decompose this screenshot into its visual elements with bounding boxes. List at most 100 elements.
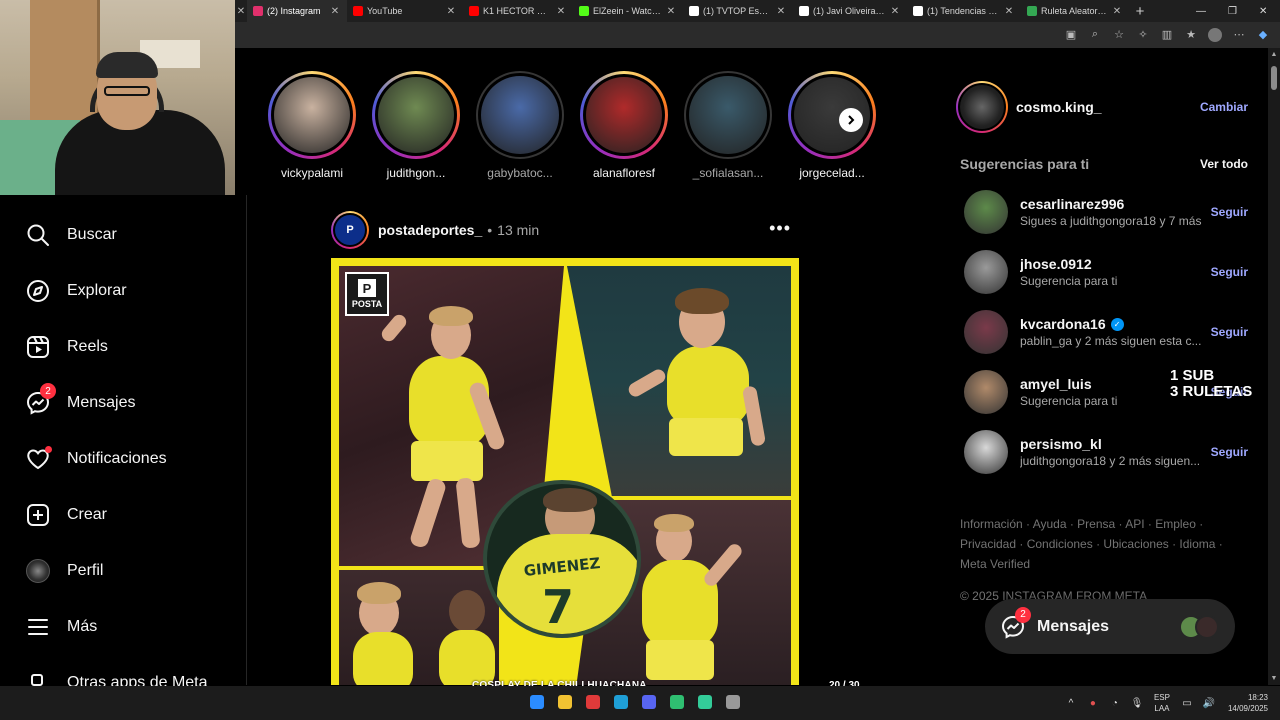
nav-item-perfil[interactable]: Perfil (26, 557, 236, 585)
close-window-button[interactable]: ✕ (1259, 0, 1267, 22)
switch-account-link[interactable]: Cambiar (1200, 100, 1248, 114)
page-scrollbar[interactable]: ▲ ▼ (1268, 48, 1280, 685)
zoom-icon[interactable]: ⌕ (1088, 28, 1102, 42)
more-options-icon[interactable]: ••• (769, 218, 791, 239)
follow-button[interactable]: Seguir (1211, 205, 1248, 219)
copilot-icon[interactable]: ◆ (1256, 28, 1270, 42)
suggestion-avatar[interactable] (964, 430, 1008, 474)
current-account-avatar[interactable] (956, 81, 1008, 133)
tray-app-icon[interactable]: ◔ (1104, 698, 1126, 709)
tab-close-icon[interactable]: ✕ (1003, 6, 1015, 17)
volume-icon[interactable]: 🔊 (1198, 698, 1220, 709)
scroll-thumb[interactable] (1271, 66, 1277, 90)
story-item[interactable]: gabybatoc... (468, 71, 572, 180)
tray-app-icon[interactable]: ● (1082, 698, 1104, 709)
scroll-down-icon[interactable]: ▼ (1270, 675, 1278, 682)
follow-button[interactable]: Seguir (1211, 325, 1248, 339)
browser-tab[interactable]: YouTube ✕ (347, 0, 463, 22)
network-icon[interactable]: ▭ (1176, 698, 1198, 709)
tab-close-icon[interactable]: ✕ (555, 6, 567, 17)
tray-overflow-icon[interactable]: ^ (1060, 698, 1082, 709)
story-item[interactable]: alanafloresf (572, 71, 676, 180)
app-icon[interactable] (698, 695, 712, 709)
extension-icon[interactable]: ✧ (1136, 28, 1150, 42)
suggestion-avatar[interactable] (964, 190, 1008, 234)
file-explorer-icon[interactable] (558, 695, 572, 709)
story-username: alanafloresf (592, 166, 656, 180)
input-language[interactable]: ESP LAA (1154, 692, 1170, 714)
messages-floating-button[interactable]: 2 Mensajes (985, 599, 1235, 654)
browser-tab[interactable]: K1 HECTOR SE QUE ✕ (463, 0, 573, 22)
nav-item-crear[interactable]: Crear (26, 501, 236, 529)
browser-tab[interactable]: Ruleta Aleatoria - S ✕ (1021, 0, 1129, 22)
obs-icon[interactable] (726, 695, 740, 709)
tab-close-icon[interactable]: ✕ (235, 6, 247, 17)
browser-tab[interactable]: (1) Tendencias en A ✕ (907, 0, 1021, 22)
story-username: vickypalami (280, 166, 343, 180)
tab-close-icon[interactable]: ✕ (329, 6, 341, 17)
suggestion-username[interactable]: cesarlinarez996 (1020, 196, 1124, 212)
post-author-avatar[interactable]: P (331, 211, 369, 249)
app-icon[interactable] (670, 695, 684, 709)
footer-links[interactable]: Información · Ayuda · Prensa · API · Emp… (960, 514, 1230, 574)
story-item[interactable]: _sofialasan... (676, 71, 780, 180)
favorites-icon[interactable]: ★ (1184, 28, 1198, 42)
post-time[interactable]: 13 min (497, 222, 539, 238)
nav-item-mas[interactable]: Más (26, 613, 236, 641)
new-tab-button[interactable]: + (1129, 3, 1151, 20)
edge-icon[interactable] (614, 695, 628, 709)
suggestion-username[interactable]: amyel_luis (1020, 376, 1092, 392)
nav-item-explorar[interactable]: Explorar (26, 277, 236, 305)
suggestion-username[interactable]: jhose.0912 (1020, 256, 1092, 272)
tab-close-icon[interactable]: ✕ (775, 6, 787, 17)
story-item[interactable]: judithgon... (364, 71, 468, 180)
split-view-icon[interactable]: ▥ (1160, 28, 1174, 42)
microphone-icon[interactable]: 🎙 (1126, 698, 1148, 709)
story-avatar (274, 77, 350, 153)
favorite-star-icon[interactable]: ☆ (1112, 28, 1126, 42)
scroll-up-icon[interactable]: ▲ (1270, 51, 1278, 58)
tab-close-icon[interactable]: ✕ (889, 6, 901, 17)
stories-next-button[interactable] (839, 108, 863, 132)
start-icon[interactable] (530, 695, 544, 709)
tab-close-icon[interactable]: ✕ (665, 6, 677, 17)
post-header: P postadeportes_ • 13 min ••• (331, 210, 801, 250)
post-username[interactable]: postadeportes_ (378, 222, 482, 238)
webcam-glasses (104, 86, 150, 96)
browser-tab[interactable]: (1) Javi Oliveira (@j ✕ (793, 0, 907, 22)
nav-item-mensajes[interactable]: 2 Mensajes (26, 383, 236, 417)
nav-item-buscar[interactable]: Buscar (26, 221, 236, 249)
story-username: gabybatoc... (487, 166, 553, 180)
suggestion-avatar[interactable] (964, 370, 1008, 414)
tab-close-icon[interactable]: ✕ (1111, 6, 1123, 17)
maximize-button[interactable]: ❐ (1228, 0, 1237, 22)
browser-tab[interactable]: (2) Instagram ✕ (247, 0, 347, 22)
suggestion-username[interactable]: persismo_kl (1020, 436, 1102, 452)
compass-icon (26, 279, 50, 303)
tab-favicon-icon (799, 6, 809, 16)
browser-tab[interactable]: ElZeein - Watch the ✕ (573, 0, 683, 22)
minimize-button[interactable]: — (1196, 0, 1206, 22)
follow-button[interactable]: Seguir (1211, 445, 1248, 459)
discord-icon[interactable] (642, 695, 656, 709)
tab-close-icon[interactable]: ✕ (445, 6, 457, 17)
browser-profile-avatar[interactable] (1208, 28, 1222, 42)
see-all-link[interactable]: Ver todo (1200, 157, 1248, 171)
current-account-username[interactable]: cosmo.king_ (1016, 99, 1200, 115)
suggestion-avatar[interactable] (964, 250, 1008, 294)
suggestions-header: Sugerencias para ti Ver todo (960, 156, 1248, 172)
post-image[interactable]: GIMENEZ 7 P POSTA (331, 258, 799, 685)
split-screen-icon[interactable]: ▣ (1064, 28, 1078, 42)
follow-button[interactable]: Seguir (1211, 265, 1248, 279)
story-item[interactable]: jorgecelad... (780, 71, 884, 180)
system-clock[interactable]: 18:23 14/09/2025 (1228, 692, 1268, 714)
browser-tab[interactable]: (1) TVTOP España ✕ (683, 0, 793, 22)
nav-item-reels[interactable]: Reels (26, 333, 236, 361)
address-bar[interactable]: ▣ ⌕ ☆ ✧ ▥ ★ ⋯ ◆ (235, 22, 1280, 48)
browser-menu-icon[interactable]: ⋯ (1232, 28, 1246, 42)
app-icon[interactable] (586, 695, 600, 709)
suggestion-username[interactable]: kvcardona16 (1020, 316, 1106, 332)
story-item[interactable]: vickypalami (260, 71, 364, 180)
nav-item-notificaciones[interactable]: Notificaciones (26, 445, 236, 473)
suggestion-avatar[interactable] (964, 310, 1008, 354)
